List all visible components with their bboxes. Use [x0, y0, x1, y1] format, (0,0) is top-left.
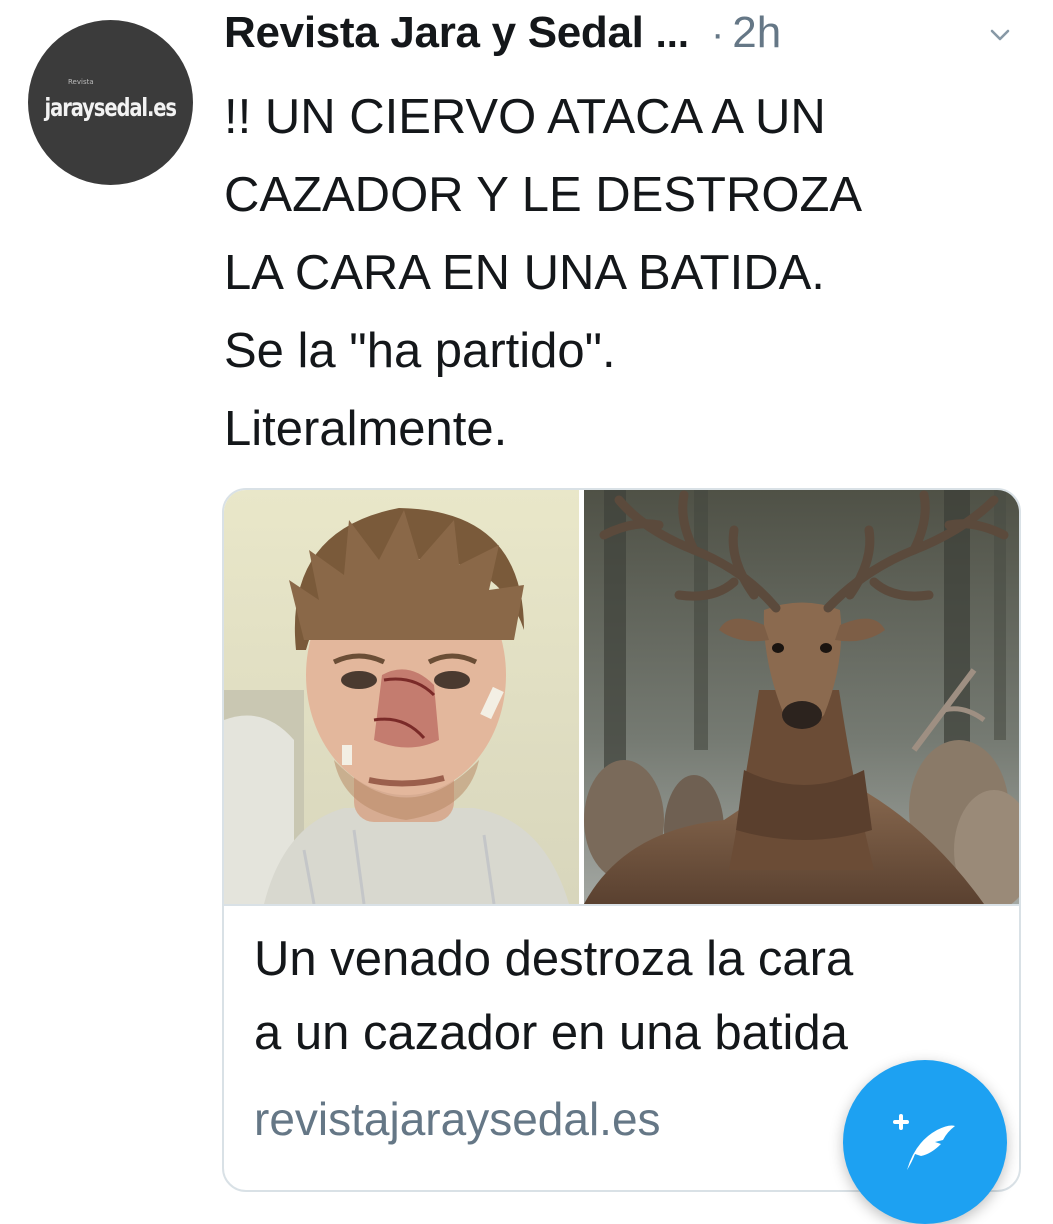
tweet-header: Revista Jara y Sedal ... · 2h — [224, 8, 1034, 68]
separator-dot: · — [710, 12, 725, 56]
card-image[interactable] — [224, 490, 1019, 906]
injured-hunter-photo — [224, 490, 579, 904]
avatar[interactable]: Revista jaraysedal.es — [28, 20, 193, 185]
compose-quill-icon — [893, 1114, 955, 1170]
tweet[interactable]: Revista jaraysedal.es Revista Jara y Sed… — [0, 0, 1053, 1224]
red-deer-stag-photo — [584, 490, 1019, 904]
name-ellipsis: ... — [655, 12, 689, 56]
card-domain[interactable]: revistajaraysedal.es — [254, 1092, 661, 1146]
avatar-small-text: Revista — [68, 78, 94, 86]
avatar-logo-text: jaraysedal.es — [44, 93, 178, 122]
chevron-down-icon[interactable] — [989, 24, 1011, 46]
tweet-timestamp[interactable]: 2h — [732, 8, 781, 58]
author-name[interactable]: Revista Jara y Sedal — [224, 8, 644, 58]
compose-button[interactable] — [843, 1060, 1007, 1224]
card-title[interactable]: Un venado destroza la cara a un cazador … — [254, 922, 994, 1070]
tweet-text: !! UN CIERVO ATACA A UN CAZADOR Y LE DES… — [224, 90, 863, 456]
